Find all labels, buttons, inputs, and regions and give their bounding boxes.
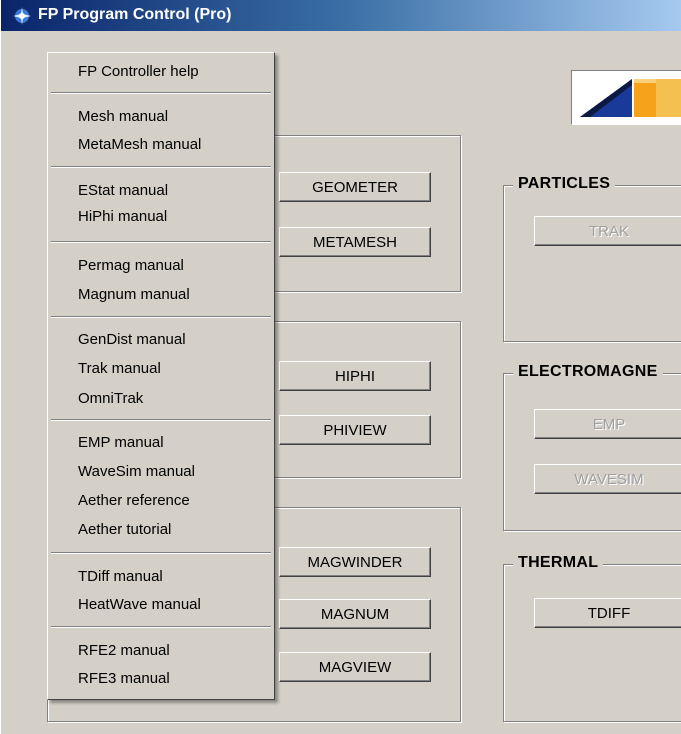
menu-item-hiphi-manual[interactable]: HiPhi manual [78,208,167,226]
menu-item-heatwave-manual[interactable]: HeatWave manual [78,596,201,614]
fp-logo [571,70,681,125]
geometer-button[interactable]: GEOMETER [279,172,431,202]
app-icon [13,7,31,25]
menu-item-gendist-manual[interactable]: GenDist manual [78,331,186,349]
program-control-window: FP Program Control (Pro) GEOMETER METAME… [0,0,681,734]
menu-item-tdiff-manual[interactable]: TDiff manual [78,568,163,586]
particles-group-label: PARTICLES [513,175,616,193]
menu-item-fp-controller-help[interactable]: FP Controller help [78,63,199,81]
menu-item-aether-tutorial[interactable]: Aether tutorial [78,521,171,539]
menu-item-trak-manual[interactable]: Trak manual [78,360,161,378]
magwinder-button[interactable]: MAGWINDER [279,547,431,577]
menu-item-magnum-manual[interactable]: Magnum manual [78,286,190,304]
menu-item-omnitrak[interactable]: OmniTrak [78,390,143,408]
metamesh-button[interactable]: METAMESH [279,227,431,257]
menu-separator [51,316,271,318]
menu-item-estat-manual[interactable]: EStat manual [78,182,168,200]
electromagnetic-group [503,373,681,531]
menu-item-rfe3-manual[interactable]: RFE3 manual [78,670,170,688]
tdiff-button[interactable]: TDIFF [534,598,681,628]
wavesim-button[interactable]: WAVESIM [534,464,681,494]
help-menu: FP Controller help Mesh manual MetaMesh … [47,52,275,700]
magview-button[interactable]: MAGVIEW [279,652,431,682]
menu-item-permag-manual[interactable]: Permag manual [78,257,184,275]
menu-separator [51,626,271,628]
menu-separator [51,166,271,168]
phiview-button[interactable]: PHIVIEW [279,415,431,445]
menu-separator [51,241,271,243]
window-title: FP Program Control (Pro) [38,6,232,23]
menu-separator [51,552,271,554]
emp-button[interactable]: EMP [534,409,681,439]
thermal-group [503,564,681,722]
menu-separator [51,92,271,94]
magnum-button[interactable]: MAGNUM [279,599,431,629]
menu-item-wavesim-manual[interactable]: WaveSim manual [78,463,195,481]
trak-button[interactable]: TRAK [534,216,681,246]
logo-graphic [572,71,681,124]
electromagnetic-group-label: ELECTROMAGNE [513,363,663,381]
menu-item-aether-reference[interactable]: Aether reference [78,492,190,510]
particles-group [503,185,681,342]
menu-item-mesh-manual[interactable]: Mesh manual [78,108,168,126]
menu-item-metamesh-manual[interactable]: MetaMesh manual [78,136,201,154]
menu-item-rfe2-manual[interactable]: RFE2 manual [78,642,170,660]
hiphi-button[interactable]: HIPHI [279,361,431,391]
thermal-group-label: THERMAL [513,554,604,572]
title-bar[interactable]: FP Program Control (Pro) [1,0,681,31]
menu-separator [51,419,271,421]
menu-item-emp-manual[interactable]: EMP manual [78,434,164,452]
